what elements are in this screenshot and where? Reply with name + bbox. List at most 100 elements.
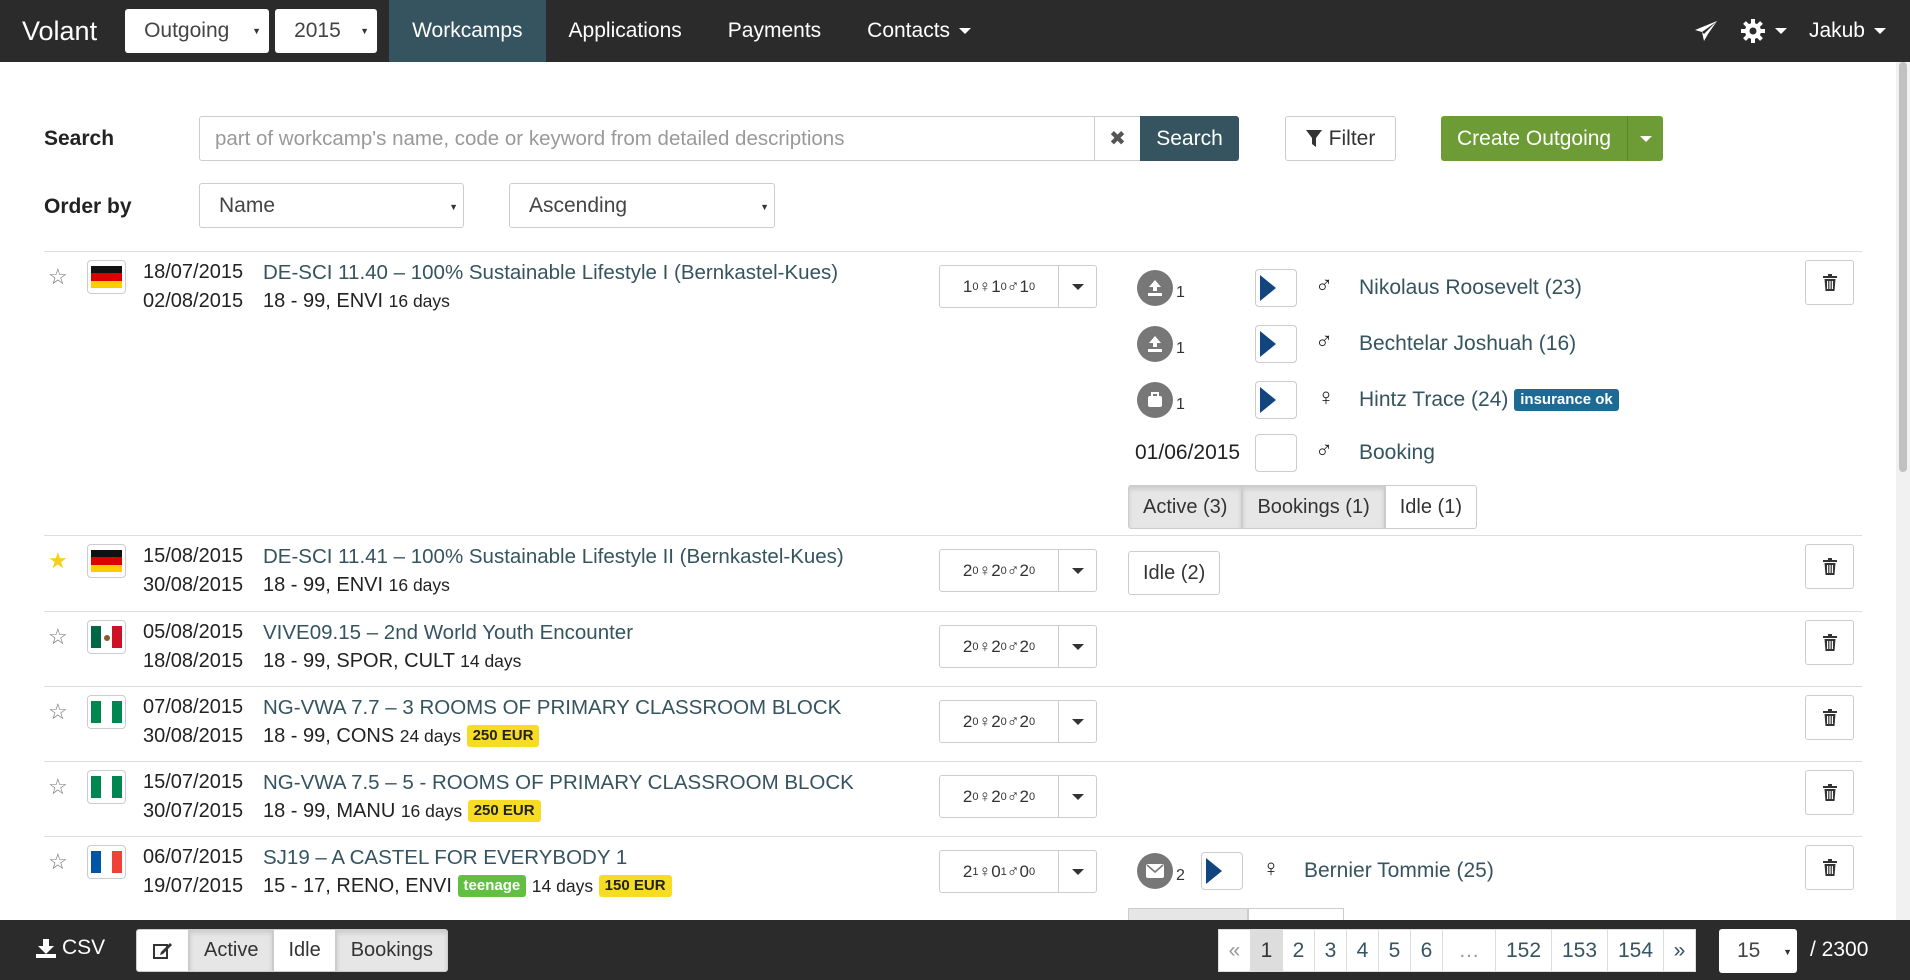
delete-button[interactable] — [1805, 845, 1854, 890]
applicant-name-link[interactable]: Hintz Trace (24) — [1359, 388, 1508, 411]
capacity-dropdown[interactable]: 2 1 ♀ 0 1 ♂ 0 0 — [939, 850, 1097, 893]
capacity-dropdown[interactable]: 2 0 ♀ 2 0 ♂ 2 0 — [939, 700, 1097, 743]
teenage-badge: teenage — [457, 875, 527, 897]
order-direction-select[interactable]: Ascending ▼ — [509, 183, 775, 228]
mode-select-value: Outgoing — [144, 19, 230, 42]
clear-search-button[interactable]: ✖ — [1094, 116, 1141, 161]
capacity-dropdown[interactable]: 2 0 ♀ 2 0 ♂ 2 0 — [939, 625, 1097, 668]
page-prev[interactable]: « — [1218, 929, 1251, 972]
start-date: 18/07/2015 — [143, 261, 244, 283]
delete-button[interactable] — [1805, 620, 1854, 665]
page-link[interactable]: 153 — [1551, 929, 1608, 972]
capacity-dropdown[interactable]: 1 0 ♀ 1 0 ♂ 1 0 — [939, 265, 1097, 308]
delete-button[interactable] — [1805, 260, 1854, 305]
trash-icon — [1822, 709, 1837, 726]
caret-down-icon — [1639, 135, 1652, 142]
nav-payments[interactable]: Payments — [705, 0, 844, 62]
capacity-male: 2 — [1019, 560, 1030, 580]
capacity-toggle[interactable] — [1059, 626, 1096, 667]
edit-icon — [152, 943, 172, 959]
idle-group-button[interactable]: Idle (1) — [1384, 485, 1477, 529]
star-icon[interactable]: ☆ — [48, 699, 68, 725]
filter-button[interactable]: Filter — [1285, 116, 1396, 161]
workcamp-info: 18 - 99, MANU 16 days 250 EUR — [263, 800, 541, 823]
page-link[interactable]: 3 — [1314, 929, 1347, 972]
user-menu[interactable]: Jakub — [1809, 19, 1886, 43]
fee-badge: 250 EUR — [466, 725, 540, 747]
star-icon[interactable]: ☆ — [48, 624, 68, 650]
page-link[interactable]: 5 — [1378, 929, 1411, 972]
mode-select[interactable]: Outgoing ▼ — [125, 9, 270, 53]
create-outgoing-label: Create Outgoing — [1457, 126, 1612, 150]
per-page-value: 15 — [1737, 939, 1761, 962]
group-button-partial[interactable] — [1128, 908, 1248, 920]
workcamp-title-link[interactable]: NG-VWA 7.5 – 5 - ROOMS OF PRIMARY CLASSR… — [263, 771, 854, 795]
search-button[interactable]: Search — [1140, 116, 1239, 161]
capacity-toggle[interactable] — [1059, 776, 1096, 817]
page-link[interactable]: 1 — [1250, 929, 1283, 972]
scrollbar-thumb[interactable] — [1899, 62, 1907, 472]
workcamp-title-link[interactable]: DE-SCI 11.40 – 100% Sustainable Lifestyl… — [263, 261, 838, 285]
footer-active-button[interactable]: Active — [189, 929, 274, 972]
workcamp-title-link[interactable]: VIVE09.15 – 2nd World Youth Encounter — [263, 621, 633, 645]
delete-button[interactable] — [1805, 695, 1854, 740]
page-link[interactable]: 2 — [1282, 929, 1315, 972]
group-button-partial[interactable] — [1248, 908, 1344, 920]
settings-menu[interactable] — [1740, 18, 1787, 44]
workcamp-row: ☆ 07/08/2015 30/08/2015 NG-VWA 7.7 – 3 R… — [44, 686, 1862, 761]
nav-workcamps[interactable]: Workcamps — [389, 0, 546, 62]
send-icon[interactable] — [1694, 20, 1718, 42]
star-icon[interactable]: ☆ — [48, 264, 68, 290]
create-options-toggle[interactable] — [1627, 116, 1663, 161]
applicant-name-link[interactable]: Bechtelar Joshuah (16) — [1359, 332, 1576, 356]
year-select[interactable]: 2015 ▼ — [275, 9, 378, 53]
vertical-scrollbar[interactable] — [1896, 62, 1910, 920]
create-outgoing-button[interactable]: Create Outgoing — [1441, 116, 1663, 161]
capacity-toggle[interactable] — [1059, 550, 1096, 591]
capacity-dropdown[interactable]: 2 0 ♀ 2 0 ♂ 2 0 — [939, 775, 1097, 818]
workcamp-title-link[interactable]: DE-SCI 11.41 – 100% Sustainable Lifestyl… — [263, 545, 844, 569]
footer-bookings-button[interactable]: Bookings — [335, 929, 448, 972]
duration: 16 days — [388, 291, 450, 311]
page-link[interactable]: 152 — [1495, 929, 1552, 972]
application-status: 1 — [1137, 380, 1185, 420]
capacity-toggle[interactable] — [1059, 266, 1096, 307]
applicant-name-link[interactable]: Nikolaus Roosevelt (23) — [1359, 276, 1582, 300]
nav-contacts[interactable]: Contacts — [844, 0, 994, 62]
star-filled-icon[interactable]: ★ — [48, 548, 68, 574]
capacity-toggle[interactable] — [1059, 851, 1096, 892]
idle-group-button[interactable]: Idle (2) — [1128, 551, 1221, 595]
page-link[interactable]: 4 — [1346, 929, 1379, 972]
capacity-total: 2 — [962, 861, 973, 881]
workcamp-row: ☆ 05/08/2015 18/08/2015 VIVE09.15 – 2nd … — [44, 611, 1862, 686]
page-next[interactable]: » — [1663, 929, 1696, 972]
active-group-button[interactable]: Active (3) — [1128, 485, 1243, 529]
workcamp-title-link[interactable]: NG-VWA 7.7 – 3 ROOMS OF PRIMARY CLASSROO… — [263, 696, 841, 720]
star-icon[interactable]: ☆ — [48, 849, 68, 875]
edit-button[interactable] — [136, 929, 189, 972]
booking-link[interactable]: Booking — [1359, 441, 1435, 465]
delete-button[interactable] — [1805, 770, 1854, 815]
footer-idle-button[interactable]: Idle — [273, 929, 336, 972]
flag-cz-icon — [1201, 852, 1243, 890]
search-input[interactable]: part of workcamp's name, code or keyword… — [199, 116, 1095, 161]
bookings-group-button[interactable]: Bookings (1) — [1242, 485, 1385, 529]
order-field-select[interactable]: Name ▼ — [199, 183, 464, 228]
capacity-dropdown[interactable]: 2 0 ♀ 2 0 ♂ 2 0 — [939, 549, 1097, 592]
brand-logo[interactable]: Volant — [0, 16, 119, 47]
flag-de-icon — [87, 544, 126, 578]
delete-button[interactable] — [1805, 544, 1854, 589]
star-icon[interactable]: ☆ — [48, 774, 68, 800]
page-link[interactable]: 154 — [1607, 929, 1664, 972]
nav-applications[interactable]: Applications — [546, 0, 705, 62]
csv-export-link[interactable]: CSV — [36, 936, 105, 960]
per-page-select[interactable]: 15 ▼ — [1719, 929, 1797, 973]
caret-down-icon — [959, 28, 972, 34]
end-date: 02/08/2015 — [143, 290, 244, 312]
capacity-toggle[interactable] — [1059, 701, 1096, 742]
workcamp-title-link[interactable]: SJ19 – A CASTEL FOR EVERYBODY 1 — [263, 846, 627, 870]
page-link[interactable]: 6 — [1410, 929, 1443, 972]
female-icon: ♀ — [1317, 384, 1335, 411]
booking-date: 01/06/2015 — [1135, 441, 1241, 464]
applicant-name-link[interactable]: Bernier Tommie (25) — [1304, 859, 1494, 883]
